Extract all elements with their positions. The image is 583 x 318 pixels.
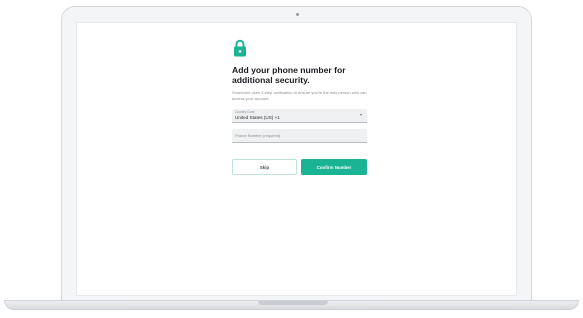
description-text: Sharecare uses 2-step verification to en…: [232, 90, 367, 101]
country-code-value: United States (US) +1: [235, 115, 280, 120]
screen: Add your phone number for additional sec…: [76, 22, 517, 296]
country-code-label: Country Code: [235, 110, 255, 114]
laptop-notch: [258, 301, 328, 305]
camera-dot: [296, 13, 299, 16]
lock-icon: [233, 39, 247, 57]
laptop-base: [4, 300, 579, 310]
skip-button[interactable]: Skip: [232, 159, 297, 175]
chevron-down-icon: [360, 114, 362, 116]
page-title: Add your phone number for additional sec…: [232, 65, 346, 85]
confirm-number-button[interactable]: Confirm Number: [301, 159, 367, 175]
phone-number-input[interactable]: [232, 129, 367, 143]
country-code-select[interactable]: Country Code United States (US) +1: [232, 109, 367, 123]
